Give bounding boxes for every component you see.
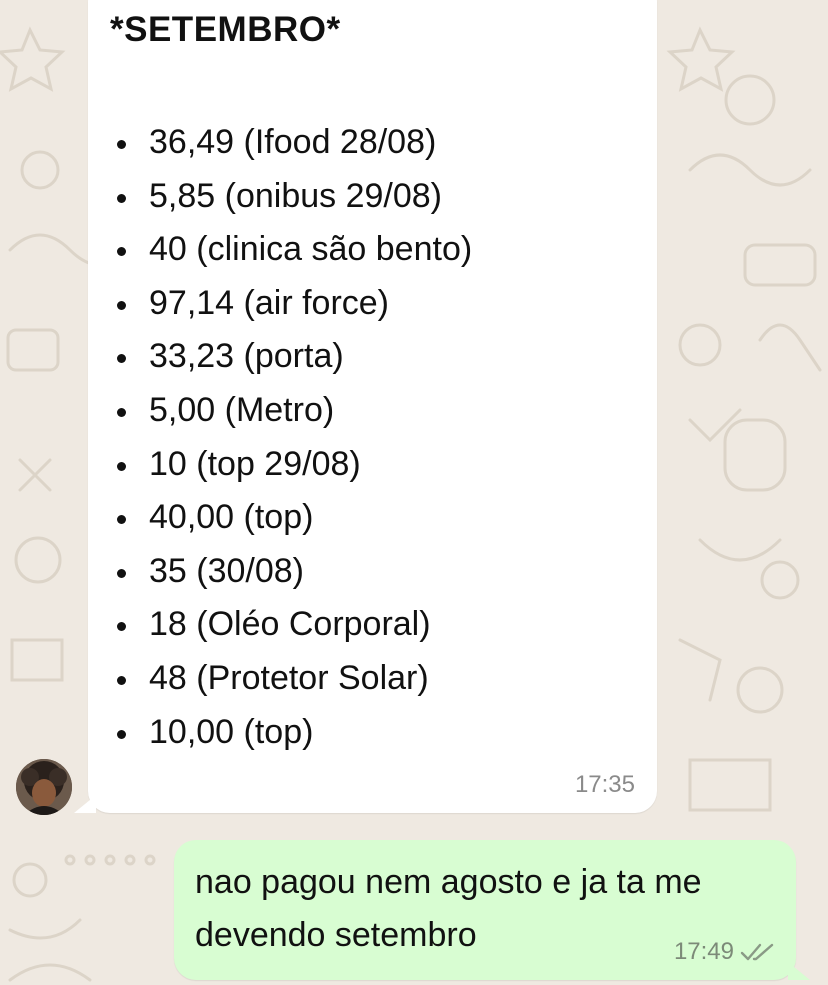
list-item: 10,00 (top) <box>88 706 472 760</box>
bubble-tail <box>788 962 810 980</box>
expense-list: 36,49 (Ifood 28/08) 5,85 (onibus 29/08) … <box>88 116 472 759</box>
message-title: *SETEMBRO* <box>110 10 341 49</box>
list-item: 10 (top 29/08) <box>88 438 472 492</box>
bubble-tail <box>74 795 96 813</box>
list-item: 33,23 (porta) <box>88 330 472 384</box>
list-item: 97,14 (air force) <box>88 277 472 331</box>
incoming-message-bubble[interactable]: *SETEMBRO* 36,49 (Ifood 28/08) 5,85 (oni… <box>74 0 657 813</box>
list-item: 18 (Oléo Corporal) <box>88 598 472 652</box>
list-item: 5,00 (Metro) <box>88 384 472 438</box>
incoming-timestamp: 17:35 <box>574 771 635 798</box>
message-meta: 17:49 <box>674 938 776 966</box>
avatar-image <box>16 759 72 815</box>
outgoing-timestamp: 17:49 <box>673 938 734 965</box>
avatar[interactable] <box>16 759 72 815</box>
list-item: 48 (Protetor Solar) <box>88 652 472 706</box>
list-item: 40,00 (top) <box>88 491 472 545</box>
double-check-icon <box>740 943 774 961</box>
outgoing-message-bubble[interactable]: nao pagou nem agosto e ja ta me devendo … <box>174 840 810 980</box>
list-item: 5,85 (onibus 29/08) <box>88 170 472 224</box>
list-item: 35 (30/08) <box>88 545 472 599</box>
list-item: 36,49 (Ifood 28/08) <box>88 116 472 170</box>
list-item: 40 (clinica são bento) <box>88 223 472 277</box>
